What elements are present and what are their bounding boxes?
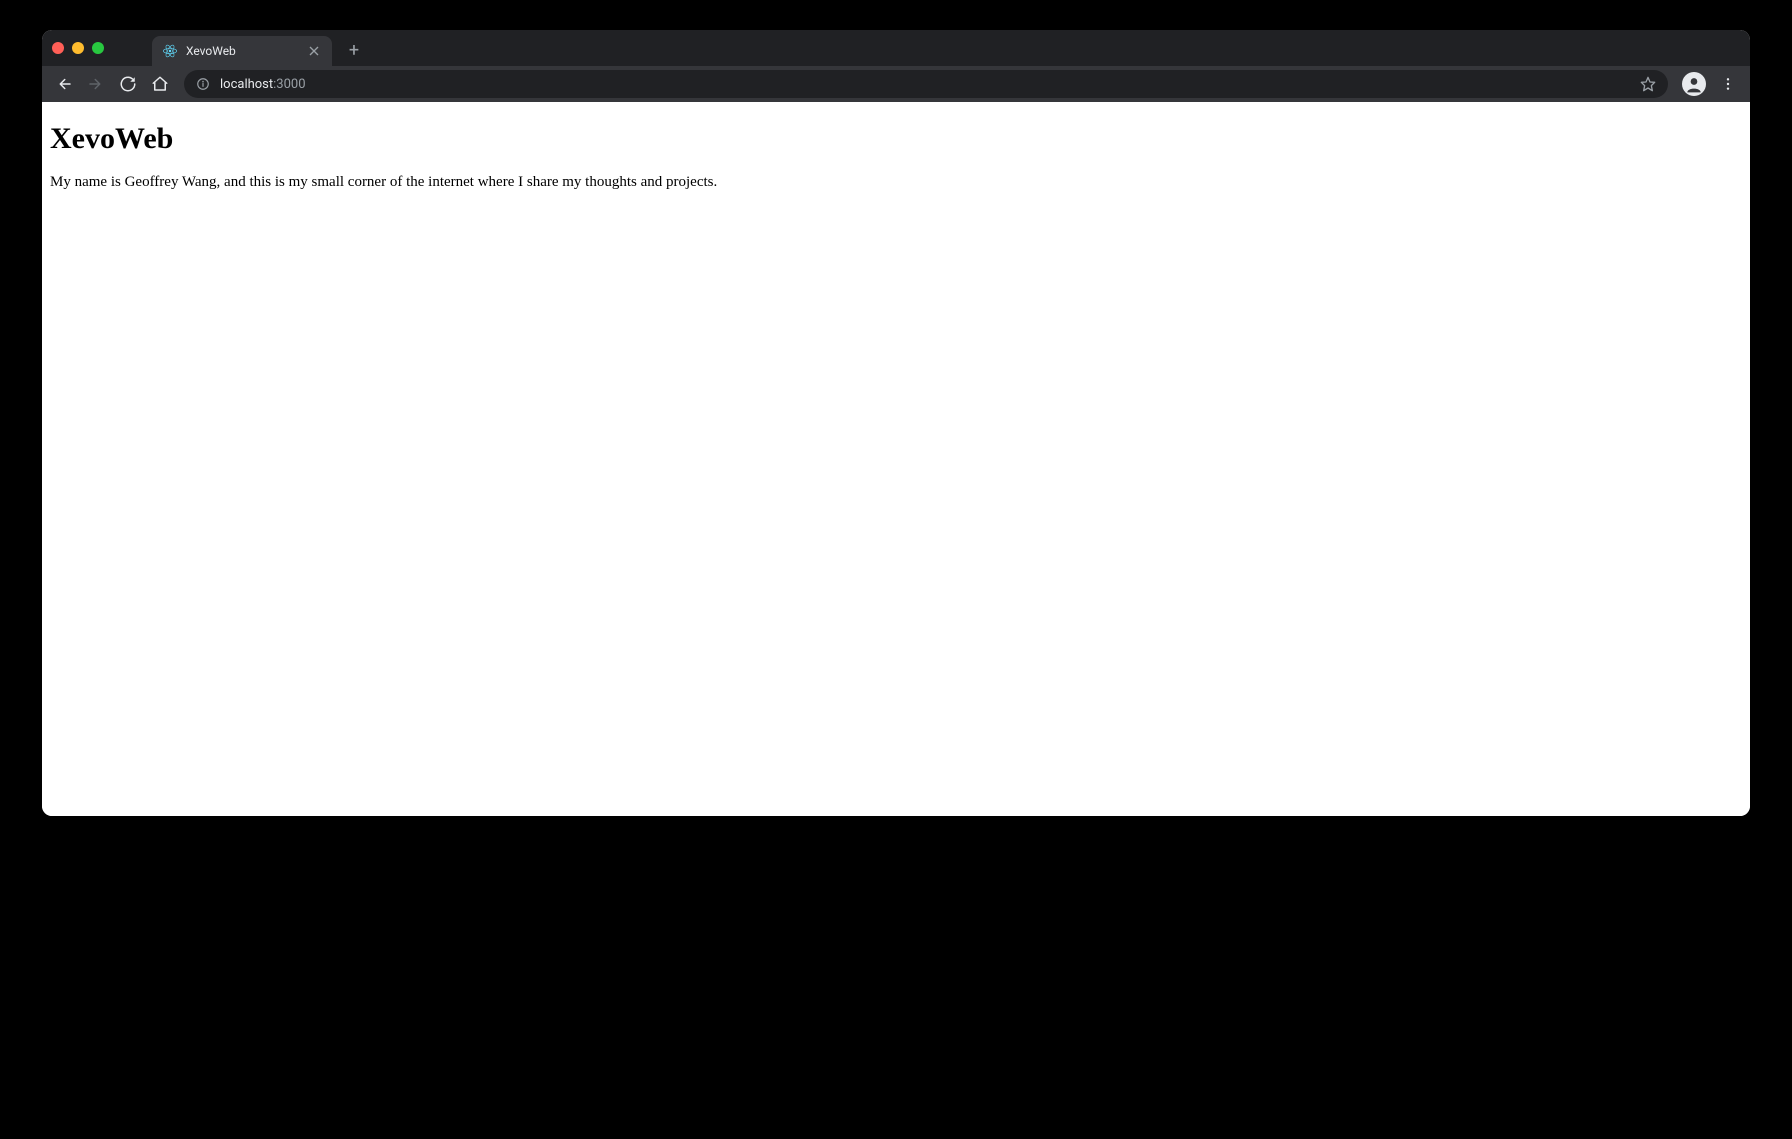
address-bar[interactable]: localhost:3000 bbox=[184, 70, 1668, 98]
url-host: localhost bbox=[220, 77, 273, 92]
reload-button[interactable] bbox=[114, 70, 142, 98]
page-intro-paragraph: My name is Geoffrey Wang, and this is my… bbox=[50, 174, 1742, 191]
forward-button[interactable] bbox=[82, 70, 110, 98]
page-heading: XevoWeb bbox=[50, 122, 1742, 156]
browser-menu-button[interactable] bbox=[1714, 70, 1742, 98]
site-info-icon[interactable] bbox=[196, 77, 210, 91]
url-text: localhost:3000 bbox=[220, 77, 1630, 92]
tab-close-button[interactable] bbox=[306, 43, 322, 59]
browser-tab[interactable]: XevoWeb bbox=[152, 36, 332, 66]
navigation-bar: localhost:3000 bbox=[42, 66, 1750, 102]
window-maximize-button[interactable] bbox=[92, 42, 104, 54]
page-content: XevoWeb My name is Geoffrey Wang, and th… bbox=[42, 102, 1750, 816]
window-close-button[interactable] bbox=[52, 42, 64, 54]
window-minimize-button[interactable] bbox=[72, 42, 84, 54]
tab-bar: XevoWeb + bbox=[42, 30, 1750, 66]
tab-title: XevoWeb bbox=[186, 44, 298, 58]
back-button[interactable] bbox=[50, 70, 78, 98]
new-tab-button[interactable]: + bbox=[340, 36, 368, 64]
browser-window: XevoWeb + bbox=[42, 30, 1750, 816]
react-favicon-icon bbox=[162, 43, 178, 59]
home-button[interactable] bbox=[146, 70, 174, 98]
profile-avatar-button[interactable] bbox=[1682, 72, 1706, 96]
window-controls bbox=[52, 42, 104, 66]
bookmark-star-icon[interactable] bbox=[1640, 76, 1656, 92]
url-port: :3000 bbox=[273, 77, 305, 92]
